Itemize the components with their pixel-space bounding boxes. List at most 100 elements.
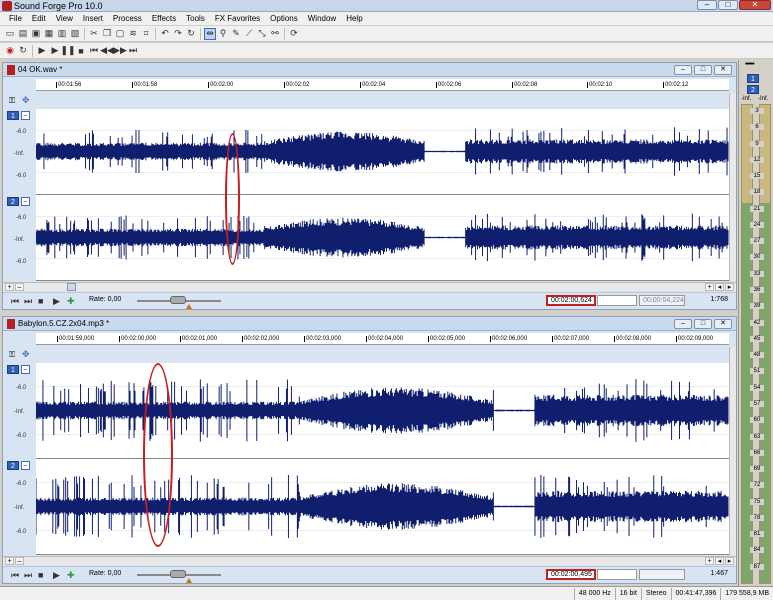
time-ruler[interactable]: 00:01:59,000 00:02:00,000 00:02:01,000 0… [36,333,729,345]
selection-length-field[interactable]: 00:00:04,224 [639,295,685,306]
scroll-right-button[interactable]: ▸ [725,557,734,565]
menu-fx-favorites[interactable]: FX Favorites [210,12,265,25]
pencil-tool-icon[interactable]: ✎ [230,28,242,40]
waveform-channel-2[interactable] [36,459,729,555]
vertical-scrollbar[interactable] [729,347,736,555]
stop-icon[interactable]: ■ [75,45,87,57]
doc-minimize-button[interactable]: – [674,319,692,329]
rewind-icon[interactable]: ◀◀ [100,45,114,57]
add-marker-icon[interactable]: ✚ [67,570,75,581]
slider-knob[interactable] [170,296,186,304]
scroll-left-button[interactable]: ◂ [715,557,724,565]
menu-help[interactable]: Help [341,12,367,25]
undo-icon[interactable]: ↶ [159,28,171,40]
menu-window[interactable]: Window [303,12,341,25]
repeat-icon[interactable]: ↻ [185,28,197,40]
menu-options[interactable]: Options [265,12,303,25]
snap-cursor-icon[interactable]: ✥ [22,95,30,106]
lock-icon[interactable]: ⚿ [9,96,15,106]
selection-length-field[interactable] [639,569,685,580]
doc-maximize-button[interactable]: □ [694,65,712,75]
scroll-right-button[interactable]: ▸ [725,283,734,291]
play-icon[interactable]: ▶ [53,296,60,307]
close-button[interactable]: ✕ [739,0,771,10]
doc-close-button[interactable]: ✕ [714,319,732,329]
doc-minimize-button[interactable]: – [674,65,692,75]
play-icon[interactable]: ▶ [49,45,61,57]
cursor-position-field[interactable]: 00:02:00,495 [546,569,596,580]
crop-icon[interactable]: ⌗ [140,28,152,40]
waveform-channel-1[interactable] [36,109,729,195]
channel-minimize-button[interactable]: – [21,197,30,206]
time-ruler[interactable]: 00:01:56 00:01:58 00:02:00 00:02:02 00:0… [36,79,729,91]
scroll-left-button[interactable]: ◂ [715,283,724,291]
new-icon[interactable]: ▭ [4,28,16,40]
snap-icon[interactable]: ⚯ [269,28,281,40]
go-start-icon[interactable]: ⏮ [88,45,100,57]
rate-slider[interactable] [137,570,221,583]
scroll-zoom-in-button[interactable]: + [705,283,714,291]
go-start-icon[interactable]: ⏮ [11,296,19,307]
menu-process[interactable]: Process [108,12,147,25]
go-end-icon[interactable]: ⏭ [127,45,139,57]
doc-maximize-button[interactable]: □ [694,319,712,329]
meter-channel-badge[interactable]: 2 [747,85,759,94]
loop-icon[interactable]: ↻ [17,45,29,57]
event-tool-icon[interactable]: ⤡ [256,28,268,40]
meter-channel-badge[interactable]: 1 [747,74,759,83]
save-icon[interactable]: ▣ [30,28,42,40]
magnify-tool-icon[interactable]: ⚲ [217,28,229,40]
refresh-icon[interactable]: ⟳ [288,28,300,40]
menu-tools[interactable]: Tools [181,12,210,25]
zoom-in-button[interactable]: + [5,557,14,565]
mix-icon[interactable]: ≋ [127,28,139,40]
vertical-scrollbar[interactable] [729,93,736,281]
menu-edit[interactable]: Edit [27,12,51,25]
print-icon[interactable]: ▥ [56,28,68,40]
scroll-thumb[interactable] [67,283,76,291]
zoom-in-button[interactable]: + [5,283,14,291]
scroll-zoom-in-button[interactable]: + [705,557,714,565]
channel-minimize-button[interactable]: – [21,461,30,470]
play-all-icon[interactable]: ▶ [36,45,48,57]
lock-icon[interactable]: ⚿ [9,350,15,360]
horizontal-scrollbar[interactable]: + – + ◂ ▸ [3,556,736,565]
channel-minimize-button[interactable]: – [21,111,30,120]
menu-effects[interactable]: Effects [147,12,181,25]
maximize-button[interactable]: □ [718,0,738,10]
edit-tool-icon[interactable]: ⇹ [204,27,216,40]
stop-icon[interactable]: ■ [38,570,43,580]
envelope-tool-icon[interactable]: ⟋ [243,28,255,40]
selection-start-field[interactable] [597,295,637,306]
slider-knob[interactable] [170,570,186,578]
redo-icon[interactable]: ↷ [172,28,184,40]
snap-cursor-icon[interactable]: ✥ [22,349,30,360]
channel-badge[interactable]: 1 [7,111,19,120]
waveform-channel-2[interactable] [36,195,729,281]
add-marker-icon[interactable]: ✚ [67,296,75,307]
meter-grip[interactable]: •••••• [745,61,755,68]
selection-start-field[interactable] [597,569,637,580]
horizontal-scrollbar[interactable]: + – + ◂ ▸ [3,282,736,291]
pause-icon[interactable]: ❚❚ [60,45,75,57]
channel-minimize-button[interactable]: – [21,365,30,374]
go-start-icon[interactable]: ⏮ [11,570,19,581]
copy-icon[interactable]: ❐ [101,28,113,40]
menu-file[interactable]: File [4,12,27,25]
waveform-channel-1[interactable] [36,363,729,459]
zoom-out-button[interactable]: – [15,283,24,291]
minimize-button[interactable]: – [697,0,717,10]
channel-badge[interactable]: 1 [7,365,19,374]
go-end-icon[interactable]: ⏭ [24,296,32,307]
menu-insert[interactable]: Insert [78,12,108,25]
channel-badge[interactable]: 2 [7,461,19,470]
play-icon[interactable]: ▶ [53,570,60,581]
save-all-icon[interactable]: ▦ [43,28,55,40]
cut-icon[interactable]: ✂ [88,28,100,40]
channel-badge[interactable]: 2 [7,197,19,206]
rate-slider[interactable] [137,296,221,309]
menu-view[interactable]: View [51,12,78,25]
paste-icon[interactable]: ▢ [114,28,126,40]
cursor-position-field[interactable]: 00:02:00,624 [546,295,596,306]
zoom-out-button[interactable]: – [15,557,24,565]
